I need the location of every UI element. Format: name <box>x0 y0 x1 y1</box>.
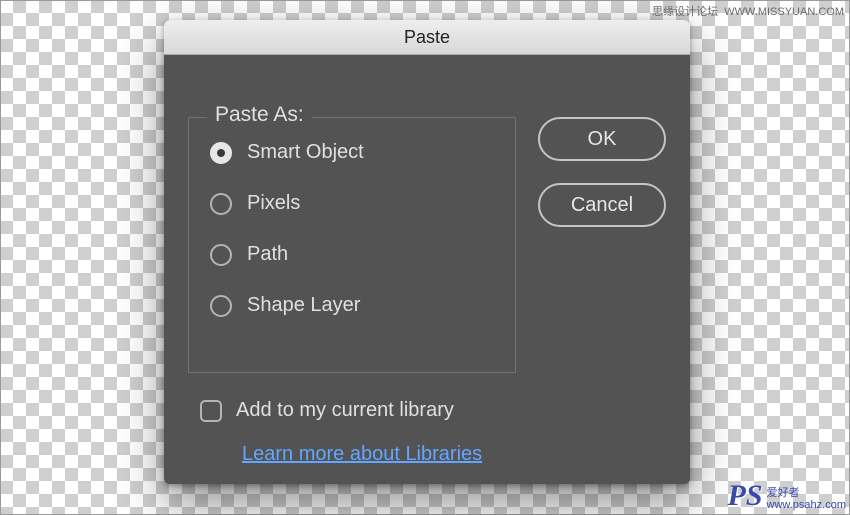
checkbox-icon <box>200 400 222 422</box>
radio-smart-object[interactable]: Smart Object <box>210 141 364 164</box>
watermark-top-right: 思缘设计论坛 WWW.MISSYUAN.COM <box>652 3 844 19</box>
watermark-logo: PS <box>728 479 763 513</box>
paste-as-legend: Paste As: <box>207 103 312 127</box>
ok-button[interactable]: OK <box>538 117 666 161</box>
paste-as-radio-list: Smart Object Pixels Path Shape Layer <box>210 141 364 317</box>
watermark-cn: 思缘设计论坛 <box>652 6 718 18</box>
radio-label: Smart Object <box>247 141 364 164</box>
radio-path[interactable]: Path <box>210 243 364 266</box>
radio-pixels[interactable]: Pixels <box>210 192 364 215</box>
checkbox-label: Add to my current library <box>236 399 454 422</box>
add-to-library-row[interactable]: Add to my current library <box>200 399 454 422</box>
watermark-bottom-cn: 爱好者 <box>767 487 846 499</box>
learn-more-link[interactable]: Learn more about Libraries <box>242 443 482 466</box>
dialog-button-column: OK Cancel <box>538 117 666 227</box>
radio-icon <box>210 142 232 164</box>
radio-icon <box>210 295 232 317</box>
watermark-bottom-url: www.psahz.com <box>767 499 846 511</box>
paste-dialog: Paste Paste As: Smart Object Pixels Path… <box>164 20 690 484</box>
radio-icon <box>210 244 232 266</box>
cancel-button[interactable]: Cancel <box>538 183 666 227</box>
radio-label: Shape Layer <box>247 294 360 317</box>
radio-icon <box>210 193 232 215</box>
radio-shape-layer[interactable]: Shape Layer <box>210 294 364 317</box>
watermark-bottom-right: PS 爱好者 www.psahz.com <box>728 479 847 513</box>
watermark-url: WWW.MISSYUAN.COM <box>724 6 844 18</box>
dialog-title: Paste <box>164 20 690 55</box>
radio-label: Path <box>247 243 288 266</box>
radio-label: Pixels <box>247 192 300 215</box>
